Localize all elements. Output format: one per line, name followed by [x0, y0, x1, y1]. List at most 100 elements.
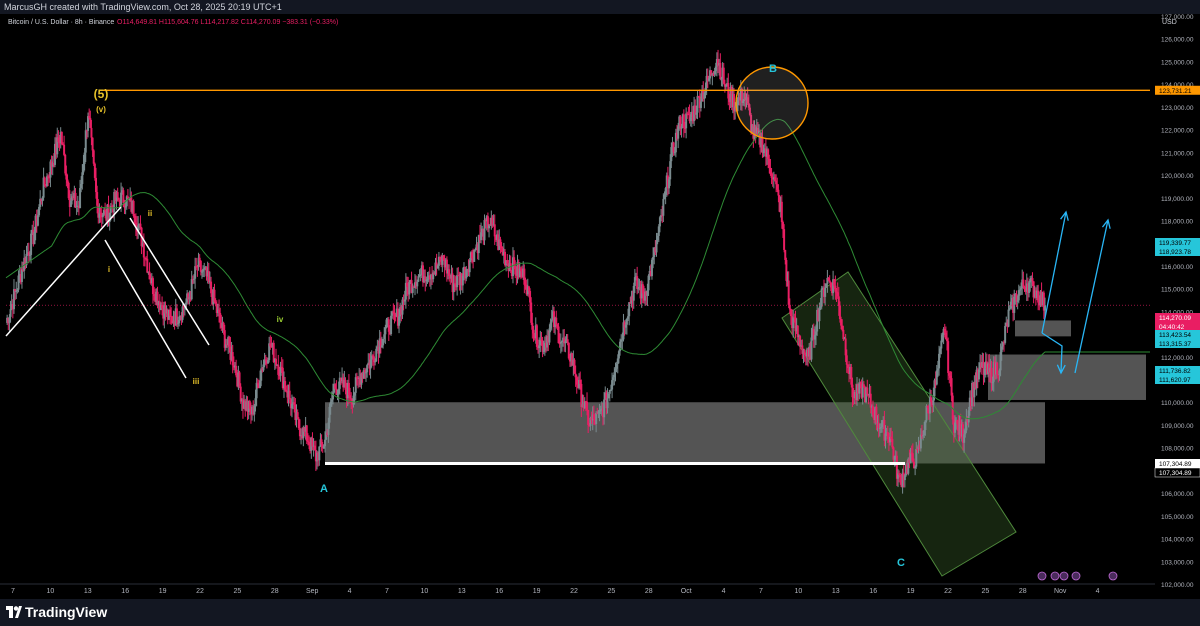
price-tick-label: 105,000.00 — [1161, 514, 1194, 521]
time-tick-label: Oct — [681, 588, 692, 595]
price-tick-label: 115,000.00 — [1161, 287, 1193, 294]
candle-body — [1031, 278, 1034, 282]
price-label-text: 04:40:42 — [1159, 324, 1185, 331]
candle-body — [473, 250, 476, 262]
price-label-box: 114,270.09 — [1155, 313, 1200, 322]
price-tick-label: 112,000.00 — [1161, 355, 1193, 362]
time-tick-label: 7 — [759, 588, 763, 595]
candle-body — [90, 127, 93, 138]
price-tick-label: 106,000.00 — [1161, 491, 1194, 498]
price-tick-label: 121,000.00 — [1161, 150, 1194, 157]
candle-body — [780, 201, 783, 223]
event-marker-icon — [1108, 571, 1118, 581]
projection-arrow-2 — [1041, 211, 1067, 334]
event-marker-icon — [1059, 571, 1069, 581]
candle — [719, 53, 722, 81]
candle-body — [493, 224, 496, 237]
candle — [63, 135, 66, 157]
price-tick-label: 123,000.00 — [1161, 105, 1194, 112]
candle-body — [323, 439, 326, 447]
time-tick-label: 7 — [11, 588, 15, 595]
price-label-box: 113,423.54 — [1155, 330, 1200, 339]
candle-body — [384, 327, 387, 335]
candle-body — [9, 309, 12, 317]
price-label-text: 119,339.77 — [1159, 240, 1191, 247]
candle — [146, 250, 149, 274]
symbol-title: Bitcoin / U.S. Dollar · 8h · Binance — [8, 19, 114, 26]
price-tick-label: 102,000.00 — [1161, 582, 1194, 589]
event-marker-icon — [1050, 571, 1060, 581]
candle-body — [891, 438, 894, 448]
candle-body — [318, 446, 321, 461]
candle-body — [783, 229, 786, 250]
candle-body — [996, 362, 999, 375]
candle-body — [63, 144, 66, 155]
demand-zone-3 — [988, 354, 1146, 400]
price-tick-label: 103,000.00 — [1161, 559, 1194, 566]
time-tick-label: 13 — [458, 588, 466, 595]
candle-body — [288, 390, 291, 400]
projection-arrow-3 — [1074, 219, 1109, 374]
time-tick-label: 22 — [944, 588, 952, 595]
price-label-text: 113,423.54 — [1159, 332, 1191, 339]
time-tick-label: 25 — [608, 588, 616, 595]
price-tick-label: 125,000.00 — [1161, 59, 1194, 66]
candle-body — [866, 387, 869, 395]
candle — [820, 285, 823, 310]
candle-body — [1044, 305, 1046, 311]
time-tick-label: 19 — [533, 588, 541, 595]
wave-label-A: A — [320, 483, 328, 495]
price-tick-label: 110,000.00 — [1161, 400, 1193, 407]
price-label-box: 113,315.37 — [1155, 339, 1200, 348]
wave-label-B: B — [769, 63, 777, 75]
price-tick-label: 108,000.00 — [1161, 446, 1194, 453]
price-tick-label: 119,000.00 — [1161, 196, 1193, 203]
price-label-text: 113,315.37 — [1159, 341, 1191, 348]
candle-body — [456, 274, 459, 288]
candle-body — [696, 96, 699, 113]
time-tick-label: 10 — [47, 588, 55, 595]
candle-body — [1004, 326, 1007, 343]
candle-body — [586, 401, 589, 410]
wave-channel-lower — [104, 239, 187, 379]
wave-label-ii: ii — [148, 209, 152, 218]
candle-body — [628, 302, 631, 317]
candle-body — [366, 365, 369, 373]
time-tick-label: 16 — [869, 588, 877, 595]
time-tick-label: 4 — [722, 588, 726, 595]
price-label-box: 119,339.77 — [1155, 238, 1200, 247]
candle-body — [92, 150, 95, 164]
ohlc-readout: O114,649.81 H115,604.76 L114,217.82 C114… — [117, 19, 338, 26]
price-tick-label: 126,000.00 — [1161, 37, 1194, 44]
time-tick-label: 19 — [159, 588, 167, 595]
candle-body — [566, 339, 569, 343]
candle-body — [947, 341, 950, 373]
candle-body — [603, 399, 606, 418]
event-marker-icon — [1037, 571, 1047, 581]
price-axis-bg — [1155, 14, 1200, 599]
price-chart[interactable]: Bitcoin / U.S. Dollar · 8h · Binance O114… — [0, 0, 1200, 626]
candle-body — [662, 198, 665, 216]
time-tick-label: Sep — [306, 588, 319, 595]
price-label-box: 111,736.82 — [1155, 366, 1200, 375]
price-label-box: 123,731.21 — [1155, 85, 1200, 95]
time-tick-label: 25 — [982, 588, 990, 595]
time-tick-label: 4 — [1096, 588, 1100, 595]
candle-body — [132, 200, 135, 216]
candle-body — [587, 409, 590, 425]
wave-label-iii: iii — [193, 377, 200, 386]
time-tick-label: Nov — [1054, 588, 1067, 595]
wave-label-v: (v) — [96, 105, 106, 114]
top-highlight-circle — [735, 66, 809, 140]
candle-body — [468, 260, 471, 273]
time-tick-label: 4 — [348, 588, 352, 595]
candle — [190, 270, 193, 301]
price-tick-label: 118,000.00 — [1161, 218, 1193, 225]
event-marker-icon — [1071, 571, 1081, 581]
wave-channel-upper — [129, 217, 210, 346]
wave-label-iv: iv — [277, 315, 284, 324]
wave-label-i: i — [108, 265, 110, 274]
time-tick-label: 10 — [421, 588, 429, 595]
candle-body — [146, 258, 149, 273]
footer-bar: TradingView — [0, 599, 1200, 626]
